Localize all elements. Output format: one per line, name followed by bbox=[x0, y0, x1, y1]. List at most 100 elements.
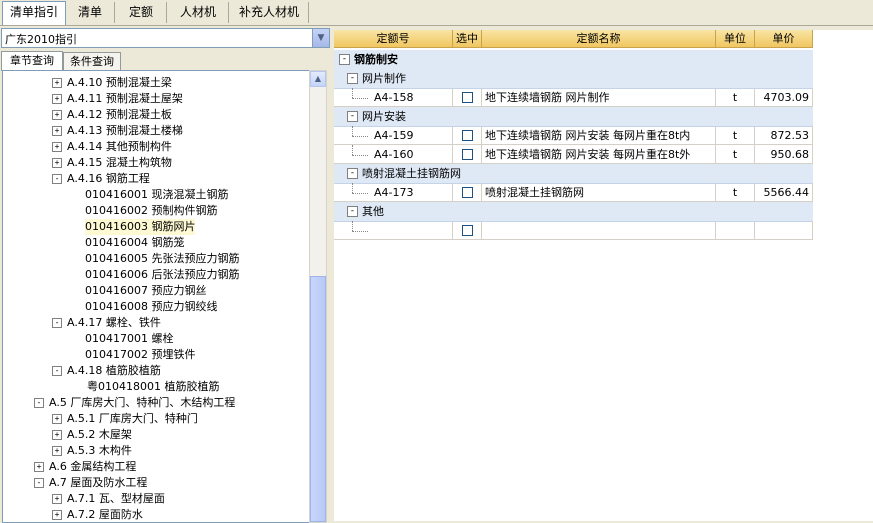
tree-node[interactable]: A.4.10 预制混凝土梁 bbox=[67, 75, 172, 91]
col-header-selected[interactable]: 选中 bbox=[453, 30, 482, 48]
tree-node[interactable]: A.5 厂库房大门、特种门、木结构工程 bbox=[49, 395, 235, 411]
tab-supplement[interactable]: 补充人材机 bbox=[230, 2, 309, 23]
select-cell bbox=[453, 183, 482, 202]
tree-node[interactable]: A.4.11 预制混凝土屋架 bbox=[67, 91, 183, 107]
group-row[interactable]: - 钢筋制安 bbox=[334, 50, 813, 70]
tab-chapter-query[interactable]: 章节查询 bbox=[1, 51, 63, 71]
collapse-icon[interactable]: - bbox=[347, 168, 358, 179]
tree-node[interactable]: A.4.14 其他预制构件 bbox=[67, 139, 172, 155]
tab-quota[interactable]: 定额 bbox=[116, 2, 167, 23]
quota-price bbox=[755, 221, 813, 240]
select-checkbox[interactable] bbox=[462, 92, 473, 103]
tree-node[interactable]: A.4.13 预制混凝土楼梯 bbox=[67, 123, 183, 139]
scroll-up-icon[interactable]: ▲ bbox=[310, 71, 326, 87]
subgroup-row[interactable]: - 网片安装 bbox=[334, 107, 813, 127]
tree-node[interactable]: A.4.18 植筋胶植筋 bbox=[67, 363, 161, 379]
expand-icon[interactable]: + bbox=[52, 430, 62, 440]
tree-node[interactable]: 010416004 钢筋笼 bbox=[85, 235, 184, 251]
expand-icon[interactable]: + bbox=[52, 510, 62, 520]
collapse-icon[interactable]: - bbox=[347, 111, 358, 122]
quota-grid-panel: 定额号 选中 定额名称 单位 单价 - 钢筋制安 - 网片制作 A4-158 地下连续墙钢筋 网片制… bbox=[334, 30, 873, 521]
collapse-icon[interactable]: - bbox=[52, 366, 62, 376]
quota-price: 4703.09 bbox=[755, 88, 813, 107]
collapse-icon[interactable]: - bbox=[34, 478, 44, 488]
select-cell bbox=[453, 126, 482, 145]
tree-line bbox=[352, 145, 354, 155]
tree-line bbox=[352, 136, 368, 138]
tree-node[interactable]: 010416003 钢筋网片 bbox=[85, 219, 196, 235]
tree-node[interactable]: 粤010418001 植筋胶植筋 bbox=[87, 379, 219, 395]
expand-icon[interactable]: + bbox=[52, 94, 62, 104]
tree-node[interactable]: A.5.2 木屋架 bbox=[67, 427, 132, 443]
expand-icon[interactable]: + bbox=[52, 446, 62, 456]
expand-icon[interactable]: + bbox=[52, 78, 62, 88]
expand-icon[interactable]: + bbox=[52, 494, 62, 504]
quota-row[interactable] bbox=[334, 221, 813, 240]
tree-line bbox=[352, 231, 368, 233]
tree-node[interactable]: A.4.16 钢筋工程 bbox=[67, 171, 150, 187]
left-panel: 广东2010指引 ▼ 章节查询 条件查询 + A.4.10 预制混凝土梁 + A.4.… bbox=[0, 27, 330, 523]
subgroup-row[interactable]: - 其他 bbox=[334, 202, 813, 222]
group-label: 钢筋制安 bbox=[354, 53, 398, 66]
quota-row[interactable]: A4-158 地下连续墙钢筋 网片制作 t 4703.09 bbox=[334, 88, 813, 107]
col-header-price[interactable]: 单价 bbox=[755, 30, 813, 48]
tree-node[interactable]: A.7 屋面及防水工程 bbox=[49, 475, 147, 491]
tab-labor-material[interactable]: 人材机 bbox=[168, 2, 229, 23]
tree-node[interactable]: A.5.3 木构件 bbox=[67, 443, 132, 459]
collapse-icon[interactable]: - bbox=[347, 206, 358, 217]
subgroup-row[interactable]: - 网片制作 bbox=[334, 69, 813, 89]
tree-node[interactable]: A.7.1 瓦、型材屋面 bbox=[67, 491, 165, 507]
quota-name: 地下连续墙钢筋 网片安装 每网片重在8t内 bbox=[482, 126, 716, 145]
select-checkbox[interactable] bbox=[462, 130, 473, 141]
expand-icon[interactable]: + bbox=[52, 142, 62, 152]
expand-icon[interactable]: + bbox=[52, 414, 62, 424]
collapse-icon[interactable]: - bbox=[52, 174, 62, 184]
quota-name: 地下连续墙钢筋 网片制作 bbox=[482, 88, 716, 107]
tree-node[interactable]: 010416005 先张法预应力钢筋 bbox=[85, 251, 239, 267]
tree-node[interactable]: A.5.1 厂库房大门、特种门 bbox=[67, 411, 198, 427]
tree-node[interactable]: A.4.12 预制混凝土板 bbox=[67, 107, 172, 123]
select-checkbox[interactable] bbox=[462, 149, 473, 160]
quota-row[interactable]: A4-159 地下连续墙钢筋 网片安装 每网片重在8t内 t 872.53 bbox=[334, 126, 813, 145]
group-label: 网片制作 bbox=[362, 72, 406, 85]
tree-node[interactable]: 010416008 预应力钢绞线 bbox=[85, 299, 217, 315]
expand-icon[interactable]: + bbox=[52, 110, 62, 120]
tree-node[interactable]: A.4.17 螺栓、铁件 bbox=[67, 315, 161, 331]
tree-node[interactable]: 010417002 预埋铁件 bbox=[85, 347, 195, 363]
select-checkbox[interactable] bbox=[462, 187, 473, 198]
expand-icon[interactable]: + bbox=[34, 462, 44, 472]
quota-row[interactable]: A4-173 喷射混凝土挂钢筋网 t 5566.44 bbox=[334, 183, 813, 202]
tree-node[interactable]: A.4.15 混凝土构筑物 bbox=[67, 155, 172, 171]
tab-condition-query[interactable]: 条件查询 bbox=[63, 52, 121, 70]
tab-bill[interactable]: 清单 bbox=[66, 2, 115, 23]
collapse-icon[interactable]: - bbox=[347, 73, 358, 84]
group-label: 网片安装 bbox=[362, 110, 406, 123]
select-cell bbox=[453, 221, 482, 240]
col-header-name[interactable]: 定额名称 bbox=[482, 30, 716, 48]
tree-node[interactable]: 010416001 现浇混凝土钢筋 bbox=[85, 187, 228, 203]
col-header-code[interactable]: 定额号 bbox=[334, 30, 453, 48]
select-checkbox[interactable] bbox=[462, 225, 473, 236]
tab-guide[interactable]: 清单指引 bbox=[2, 1, 66, 25]
group-label: 其他 bbox=[362, 205, 384, 218]
quota-unit bbox=[716, 221, 755, 240]
expand-icon[interactable]: + bbox=[52, 126, 62, 136]
quota-row[interactable]: A4-160 地下连续墙钢筋 网片安装 每网片重在8t外 t 950.68 bbox=[334, 145, 813, 164]
subgroup-row[interactable]: - 喷射混凝土挂钢筋网 bbox=[334, 164, 813, 184]
chapter-tree: + A.4.10 预制混凝土梁 + A.4.11 预制混凝土屋架 + A.4.12 预制混… bbox=[2, 70, 310, 523]
collapse-icon[interactable]: - bbox=[52, 318, 62, 328]
tree-node[interactable]: 010416002 预制构件钢筋 bbox=[85, 203, 217, 219]
collapse-icon[interactable]: - bbox=[339, 54, 350, 65]
expand-icon[interactable]: + bbox=[52, 158, 62, 168]
tree-node[interactable]: 010416006 后张法预应力钢筋 bbox=[85, 267, 239, 283]
tree-node[interactable]: 010417001 螺栓 bbox=[85, 331, 173, 347]
tree-node[interactable]: A.6 金属结构工程 bbox=[49, 459, 136, 475]
quota-unit: t bbox=[716, 145, 755, 164]
tree-node[interactable]: 010416007 预应力钢丝 bbox=[85, 283, 206, 299]
tree-scrollbar[interactable]: ▲ bbox=[309, 70, 327, 523]
collapse-icon[interactable]: - bbox=[34, 398, 44, 408]
col-header-unit[interactable]: 单位 bbox=[716, 30, 755, 48]
chevron-down-icon[interactable]: ▼ bbox=[312, 29, 329, 47]
scroll-thumb[interactable] bbox=[310, 276, 326, 522]
guide-selector[interactable]: 广东2010指引 ▼ bbox=[1, 28, 330, 48]
